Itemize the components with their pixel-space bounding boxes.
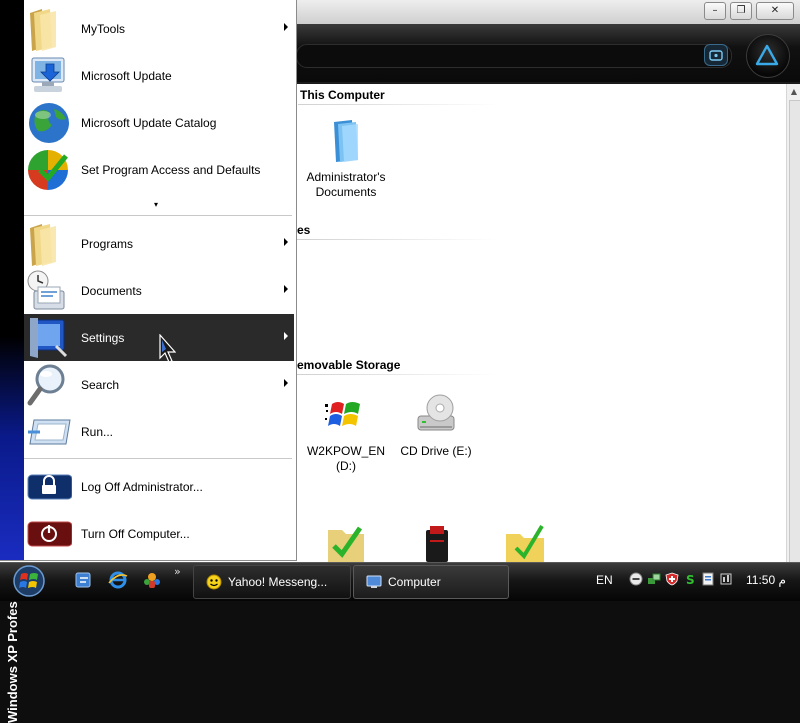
item-label: CD Drive (E:) <box>400 444 472 458</box>
folder-check-icon[interactable] <box>504 522 548 562</box>
folder-icon <box>26 222 72 266</box>
start-orb-button[interactable] <box>10 564 48 598</box>
task-label: Yahoo! Messeng... <box>228 575 328 589</box>
start-menu: Windows XP Professional MyTools Microsof… <box>0 0 297 723</box>
menu-item-label: Programs <box>81 236 134 251</box>
close-button[interactable]: ✕ <box>756 2 794 20</box>
vertical-scrollbar[interactable]: ▲ <box>786 84 800 572</box>
banner-text: Windows XP Professional <box>5 563 20 723</box>
computer-icon <box>366 574 382 590</box>
s-app-tray-icon[interactable]: S <box>683 572 697 586</box>
triangle-icon <box>755 44 779 66</box>
menu-item-label: Set Program Access and Defaults <box>81 162 261 177</box>
menu-separator <box>24 458 292 459</box>
menu-item-documents[interactable]: Documents <box>24 267 294 314</box>
lock-icon <box>26 465 73 509</box>
group-divider <box>297 374 497 375</box>
menu-item-run[interactable]: Run... <box>24 408 294 455</box>
menu-item-mytools[interactable]: MyTools <box>24 5 294 52</box>
internet-explorer-icon[interactable] <box>108 570 128 590</box>
taskbar-clock[interactable]: 11:50 م <box>746 573 786 587</box>
menu-item-label: Turn Off Computer... <box>81 526 190 541</box>
network-device-icon[interactable] <box>420 524 454 562</box>
folder-item-admin-documents[interactable]: Administrator's Documents <box>296 118 396 200</box>
search-icon <box>26 363 72 407</box>
power-icon <box>26 512 73 556</box>
item-label: Administrator's Documents <box>306 170 386 199</box>
address-bar[interactable] <box>296 44 732 68</box>
program-access-icon <box>26 148 72 192</box>
menu-item-microsoft-update-catalog[interactable]: Microsoft Update Catalog <box>24 99 294 146</box>
submenu-arrow-icon <box>284 379 288 387</box>
start-menu-banner: Windows XP Professional <box>0 0 24 723</box>
menu-item-label: Microsoft Update <box>81 68 172 83</box>
menu-item-set-program-access[interactable]: Set Program Access and Defaults <box>24 146 294 193</box>
security-shield-icon[interactable] <box>665 572 679 586</box>
menu-item-search[interactable]: Search <box>24 361 294 408</box>
language-indicator[interactable]: EN <box>596 573 613 587</box>
menu-item-label: MyTools <box>81 21 126 36</box>
menu-separator <box>24 215 292 216</box>
group-title-removable-storage: emovable Storage <box>297 358 401 372</box>
address-go-button[interactable] <box>704 44 728 66</box>
menu-item-label: Settings <box>81 330 125 345</box>
submenu-arrow-icon <box>284 285 288 293</box>
folder-go-icon <box>709 50 723 61</box>
scroll-thumb[interactable] <box>789 100 800 572</box>
mouse-cursor-icon <box>159 334 176 363</box>
submenu-arrow-icon <box>284 238 288 246</box>
documents-icon <box>26 269 72 313</box>
monitor-update-icon <box>26 54 72 98</box>
menu-item-label: Microsoft Update Catalog <box>81 115 217 130</box>
document-tray-icon[interactable] <box>701 572 715 586</box>
group-title-drives: es <box>297 223 311 237</box>
folder-icon <box>324 118 368 164</box>
show-desktop-icon[interactable] <box>74 570 94 590</box>
menu-item-programs[interactable]: Programs <box>24 220 294 267</box>
drive-item-w2kpow[interactable]: W2KPOW_EN (D:) <box>296 392 396 474</box>
cd-drive-icon <box>414 392 458 438</box>
menu-item-label: Search <box>81 377 120 392</box>
submenu-arrow-icon <box>284 332 288 340</box>
drive-item-cd[interactable]: CD Drive (E:) <box>386 392 486 459</box>
minimize-button[interactable]: – <box>704 2 726 20</box>
group-divider <box>297 239 497 240</box>
windows-drive-icon <box>324 392 368 438</box>
group-divider <box>298 104 498 105</box>
taskbar-button-computer[interactable]: Computer <box>353 565 509 599</box>
menu-item-label: Documents <box>81 283 142 298</box>
group-title-this-computer: This Computer <box>300 88 385 102</box>
menu-item-log-off[interactable]: Log Off Administrator... <box>24 463 294 510</box>
menu-item-label: Run... <box>81 424 114 439</box>
folder-icon <box>26 7 72 51</box>
taskbar-button-yahoo-messenger[interactable]: Yahoo! Messeng... <box>193 565 351 599</box>
minus-circle-icon[interactable] <box>629 572 643 586</box>
more-programs-chevron-icon[interactable]: ▾ <box>154 200 158 209</box>
svg-text:S: S <box>686 573 695 586</box>
messenger-icon[interactable] <box>142 570 162 590</box>
quicklaunch-more-chevron-icon[interactable]: » <box>174 565 181 578</box>
menu-item-turn-off[interactable]: Turn Off Computer... <box>24 510 294 557</box>
search-round-button[interactable] <box>746 34 790 78</box>
item-label: W2KPOW_EN (D:) <box>306 444 385 473</box>
menu-item-label: Log Off Administrator... <box>81 479 203 494</box>
network-tray-icon[interactable] <box>647 572 661 586</box>
maximize-button[interactable]: ❐ <box>730 2 752 20</box>
scroll-up-arrow[interactable]: ▲ <box>789 87 799 97</box>
menu-item-microsoft-update[interactable]: Microsoft Update <box>24 52 294 99</box>
globe-icon <box>26 101 72 145</box>
yahoo-smiley-icon <box>206 574 222 590</box>
run-icon <box>26 410 72 454</box>
folder-check-icon[interactable] <box>324 520 368 562</box>
sound-settings-icon[interactable] <box>719 572 733 586</box>
settings-icon <box>26 316 72 360</box>
task-label: Computer <box>388 575 441 589</box>
submenu-arrow-icon <box>284 23 288 31</box>
